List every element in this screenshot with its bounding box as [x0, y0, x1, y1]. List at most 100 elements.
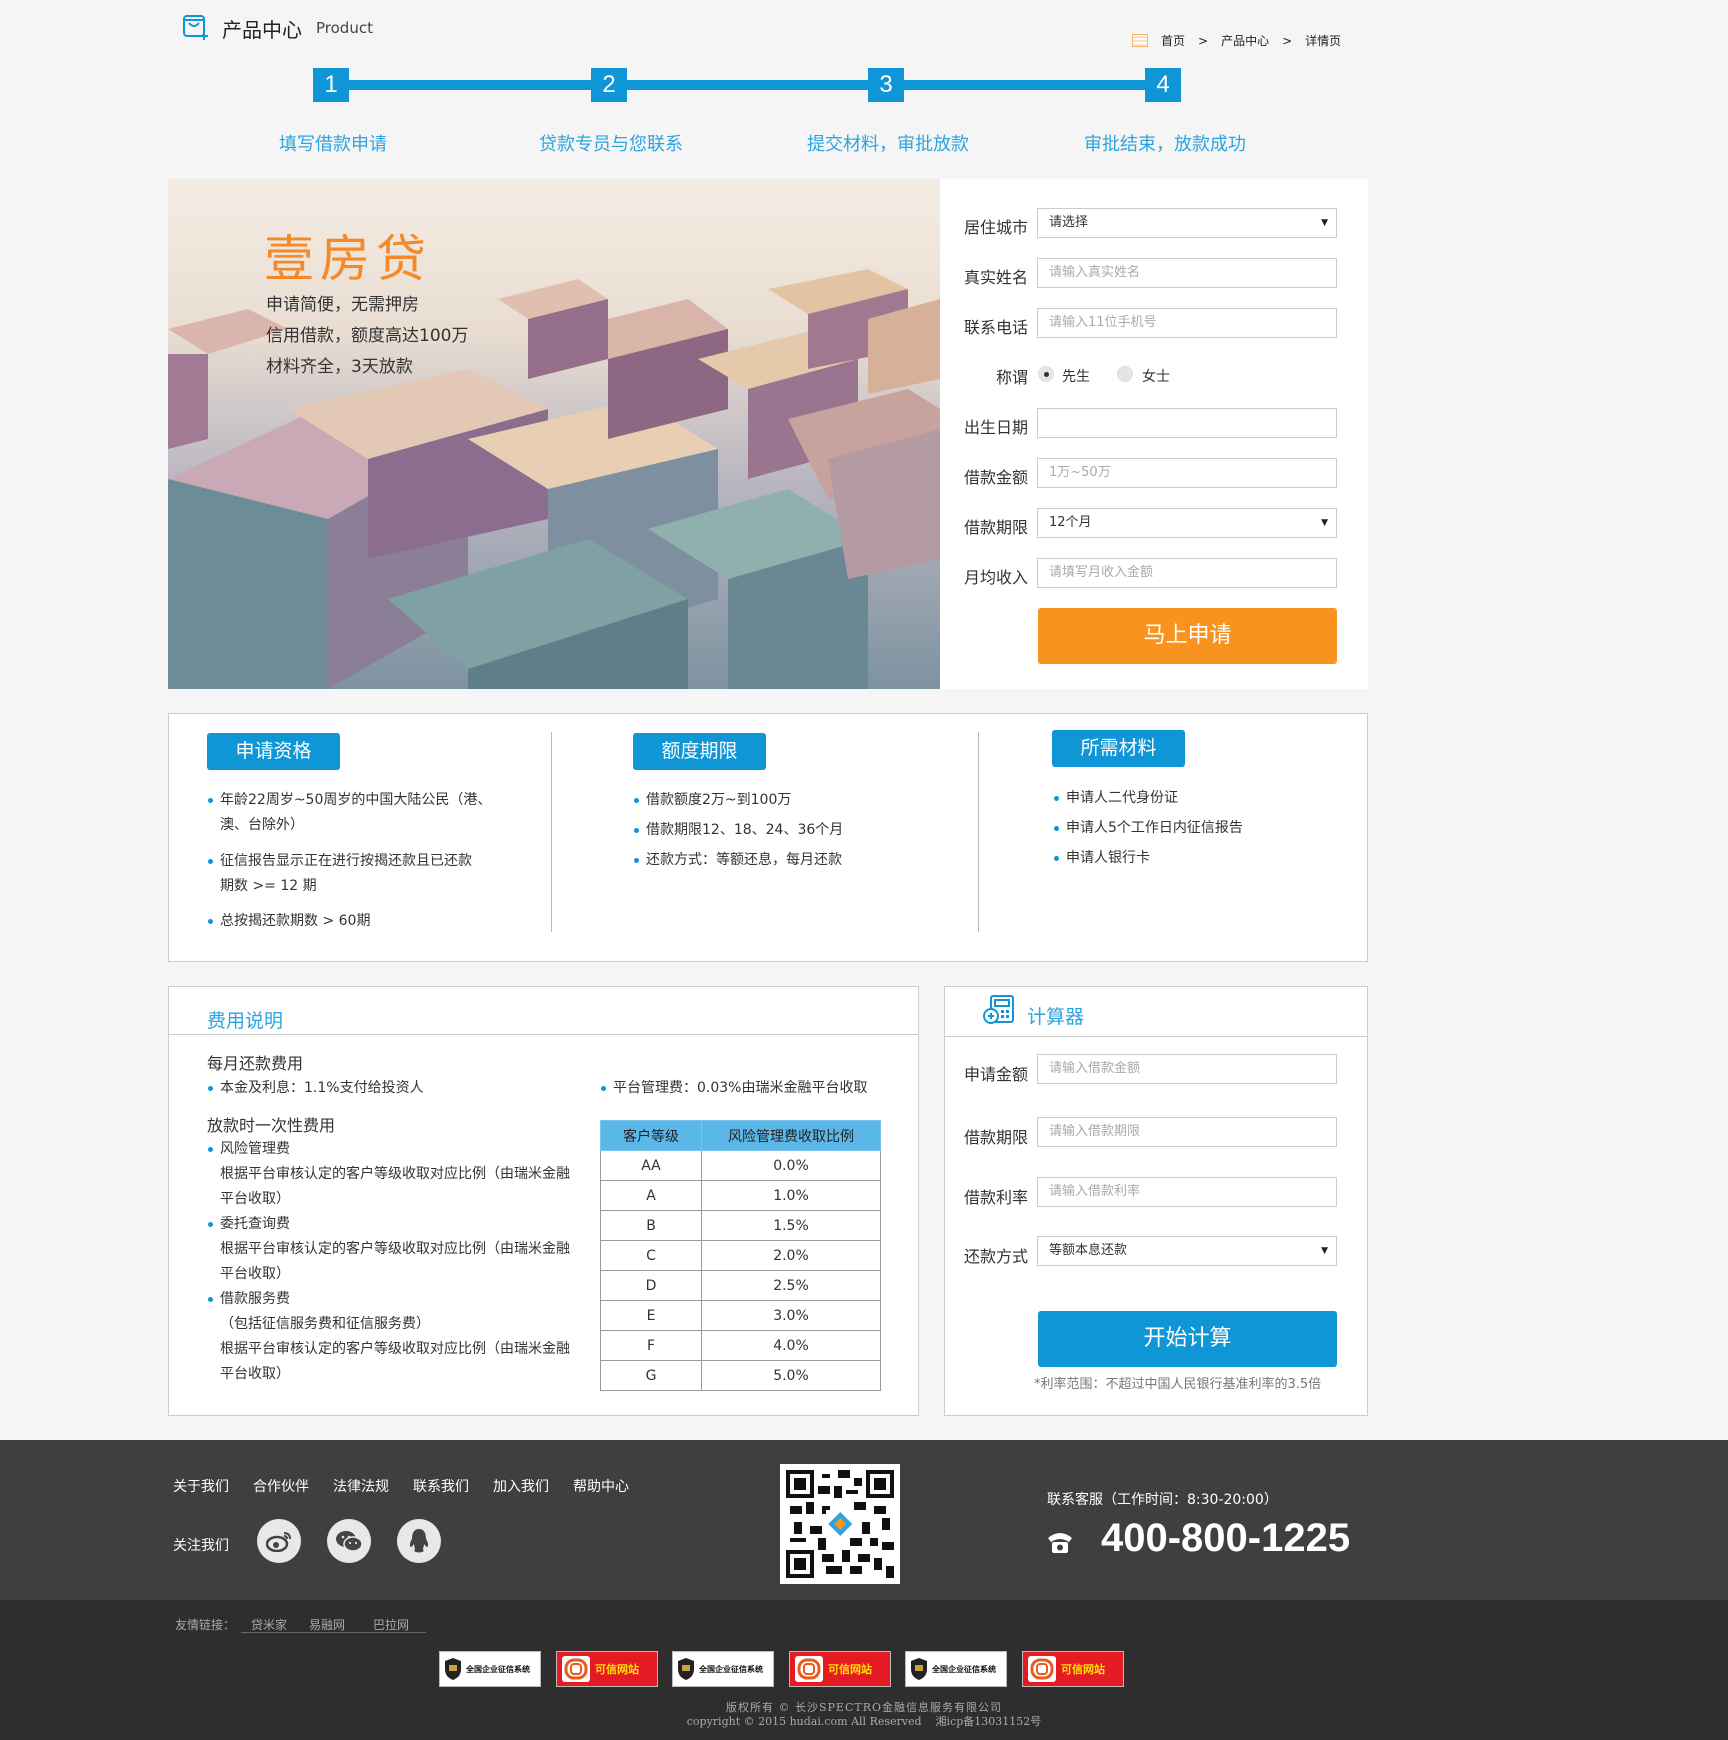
badge-text: 可信网站	[828, 1663, 872, 1676]
hero-line-3: 材料齐全，3天放款	[266, 357, 413, 377]
city-select[interactable]: 请选择	[1037, 208, 1337, 238]
breadcrumb-home[interactable]: 首页	[1161, 32, 1185, 49]
calculate-button[interactable]: 开始计算	[1038, 1311, 1337, 1367]
service-fee-desc-3: 平台收取）	[220, 1366, 290, 1382]
table-row: F 4.0%	[600, 1330, 881, 1361]
table-row: C 2.0%	[600, 1240, 881, 1271]
footer-link-join[interactable]: 加入我们	[493, 1476, 549, 1496]
trust-seal-icon	[795, 1656, 823, 1682]
apply-button[interactable]: 马上申请	[1038, 608, 1337, 664]
phone-input[interactable]: 请输入11位手机号	[1037, 308, 1337, 338]
step-4-number: 4	[1145, 68, 1181, 102]
term-label: 借款期限	[963, 518, 1028, 537]
step-3-label: 提交材料，审批放款	[807, 134, 969, 155]
calc-method-select[interactable]: 等额本息还款	[1037, 1236, 1337, 1266]
risk-fee-table: 客户等级 风险管理费收取比例 AA 0.0% A 1.0% B 1.5% C 2.0% …	[600, 1120, 881, 1391]
qualification-item-credit-cont: 期数 >= 12 期	[220, 878, 317, 894]
badge-text: 全国企业征信系统	[932, 1664, 996, 1674]
breadcrumb-separator: >	[1198, 33, 1209, 48]
home-icon	[1132, 34, 1148, 47]
telephone-icon	[1048, 1533, 1072, 1553]
trusted-site-badge[interactable]: 可信网站	[1022, 1651, 1124, 1687]
friend-link-yirong[interactable]: 易融网	[309, 1616, 345, 1633]
table-row: A 1.0%	[600, 1180, 881, 1211]
footer-link-about[interactable]: 关于我们	[173, 1476, 229, 1496]
hotline-number: 400-800-1225	[1101, 1516, 1351, 1560]
amount-input[interactable]: 1万~50万	[1037, 458, 1337, 488]
qualification-item-credit: 征信报告显示正在进行按揭还款且已还款	[208, 849, 472, 874]
materials-item-id: 申请人二代身份证	[1054, 786, 1178, 811]
calc-amount-input[interactable]: 请输入借款金额	[1037, 1054, 1337, 1084]
follow-label: 关注我们	[173, 1538, 229, 1554]
table-cell: 2.0%	[701, 1240, 881, 1271]
table-cell: AA	[600, 1150, 702, 1181]
qq-icon[interactable]	[397, 1519, 441, 1563]
birth-input[interactable]	[1037, 408, 1337, 438]
materials-item-card: 申请人银行卡	[1054, 846, 1150, 871]
footer-link-law[interactable]: 法律法规	[333, 1476, 389, 1496]
shield-icon	[911, 1658, 927, 1680]
city-label: 居住城市	[963, 218, 1028, 237]
limit-item-term: 借款期限12、18、24、36个月	[634, 818, 843, 843]
radio-mr[interactable]	[1038, 366, 1054, 382]
divider	[978, 732, 979, 932]
friend-link-daimijia[interactable]: 贷米家	[251, 1616, 287, 1633]
income-input[interactable]: 请填写月收入金额	[1037, 558, 1337, 588]
hero-line-1: 申请简便，无需押房	[266, 295, 419, 315]
weibo-icon[interactable]	[257, 1519, 301, 1563]
amount-label: 借款金额	[963, 468, 1028, 487]
friend-link-bala[interactable]: 巴拉网	[373, 1616, 409, 1633]
table-cell: 5.0%	[701, 1360, 881, 1391]
materials-tag: 所需材料	[1052, 730, 1185, 767]
step-1-number: 1	[313, 68, 349, 102]
table-row: E 3.0%	[600, 1300, 881, 1331]
credit-system-badge[interactable]: 全国企业征信系统	[905, 1651, 1007, 1687]
birth-label: 出生日期	[963, 418, 1028, 437]
qualification-item-age: 年龄22周岁~50周岁的中国大陆公民（港、	[208, 788, 491, 813]
table-cell: A	[600, 1180, 702, 1211]
qualification-item-age-cont: 澳、台除外）	[220, 817, 304, 833]
term-select[interactable]: 12个月	[1037, 508, 1337, 538]
radio-mr-label: 先生	[1062, 369, 1090, 385]
income-label: 月均收入	[963, 568, 1028, 587]
calculator-icon	[983, 995, 1014, 1024]
phone-label: 联系电话	[963, 318, 1028, 337]
divider	[551, 732, 552, 932]
wechat-icon[interactable]	[327, 1519, 371, 1563]
materials-item-report: 申请人5个工作日内征信报告	[1054, 816, 1243, 841]
trusted-site-badge[interactable]: 可信网站	[789, 1651, 891, 1687]
table-cell: 3.0%	[701, 1300, 881, 1331]
rate-note: *利率范围：不超过中国人民银行基准利率的3.5倍	[1034, 1377, 1322, 1392]
breadcrumb-product-center[interactable]: 产品中心	[1221, 32, 1269, 49]
table-cell: G	[600, 1360, 702, 1391]
table-cell: 1.5%	[701, 1210, 881, 1241]
hero-title: 壹房贷	[264, 230, 432, 288]
qualification-item-total: 总按揭还款期数 > 60期	[208, 909, 370, 934]
footer-link-contact[interactable]: 联系我们	[413, 1476, 469, 1496]
footer-link-partners[interactable]: 合作伙伴	[253, 1476, 309, 1496]
name-input[interactable]: 请输入真实姓名	[1037, 258, 1337, 288]
calc-term-label: 借款期限	[963, 1128, 1028, 1147]
monthly-fee-item: 本金及利息：1.1%支付给投资人	[208, 1076, 424, 1101]
calc-rate-label: 借款利率	[963, 1188, 1028, 1207]
title-label: 称谓	[995, 368, 1028, 387]
table-row: B 1.5%	[600, 1210, 881, 1241]
step-1-label: 填写借款申请	[279, 134, 387, 155]
hero-banner: 壹房贷 申请简便，无需押房 信用借款，额度高达100万 材料齐全，3天放款	[168, 179, 940, 689]
step-3-number: 3	[868, 68, 904, 102]
badge-text: 可信网站	[595, 1663, 639, 1676]
footer-link-help[interactable]: 帮助中心	[573, 1476, 629, 1496]
service-fee-title: 借款服务费	[208, 1287, 290, 1312]
service-fee-desc-2: 根据平台审核认定的客户等级收取对应比例（由瑞米金融	[220, 1341, 570, 1357]
radio-ms[interactable]	[1117, 366, 1133, 382]
credit-system-badge[interactable]: 全国企业征信系统	[439, 1651, 541, 1687]
table-cell: C	[600, 1240, 702, 1271]
calc-rate-input[interactable]: 请输入借款利率	[1037, 1177, 1337, 1207]
step-progress-line	[330, 80, 1162, 90]
trusted-site-badge[interactable]: 可信网站	[556, 1651, 658, 1687]
table-cell: 4.0%	[701, 1330, 881, 1361]
calc-term-input[interactable]: 请输入借款期限	[1037, 1117, 1337, 1147]
credit-system-badge[interactable]: 全国企业征信系统	[672, 1651, 774, 1687]
table-cell: D	[600, 1270, 702, 1301]
limit-tag: 额度期限	[633, 733, 766, 770]
